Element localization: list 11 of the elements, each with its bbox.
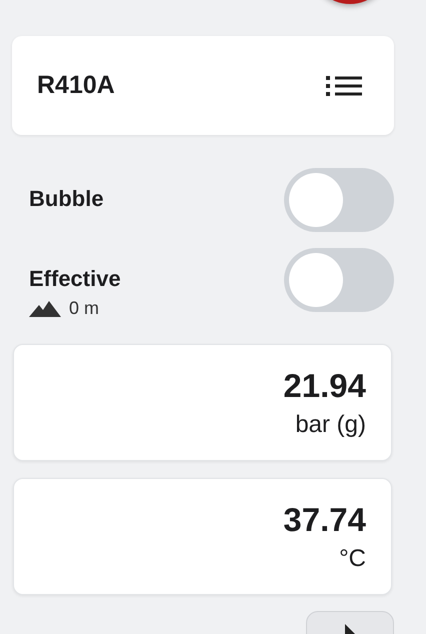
- toggle-label: Bubble: [29, 186, 104, 212]
- mountain-icon: [29, 300, 61, 316]
- reading-value: 21.94: [283, 367, 366, 405]
- reading-unit: bar (g): [295, 411, 366, 439]
- reading-value: 37.74: [283, 501, 366, 539]
- toggle-label: Effective: [29, 266, 121, 292]
- altitude-value: 0 m: [69, 298, 100, 319]
- refrigerant-name: R410A: [37, 71, 115, 100]
- refrigerant-card[interactable]: R410A: [12, 36, 394, 135]
- reading-unit: °C: [339, 545, 366, 573]
- list-icon[interactable]: [326, 76, 362, 96]
